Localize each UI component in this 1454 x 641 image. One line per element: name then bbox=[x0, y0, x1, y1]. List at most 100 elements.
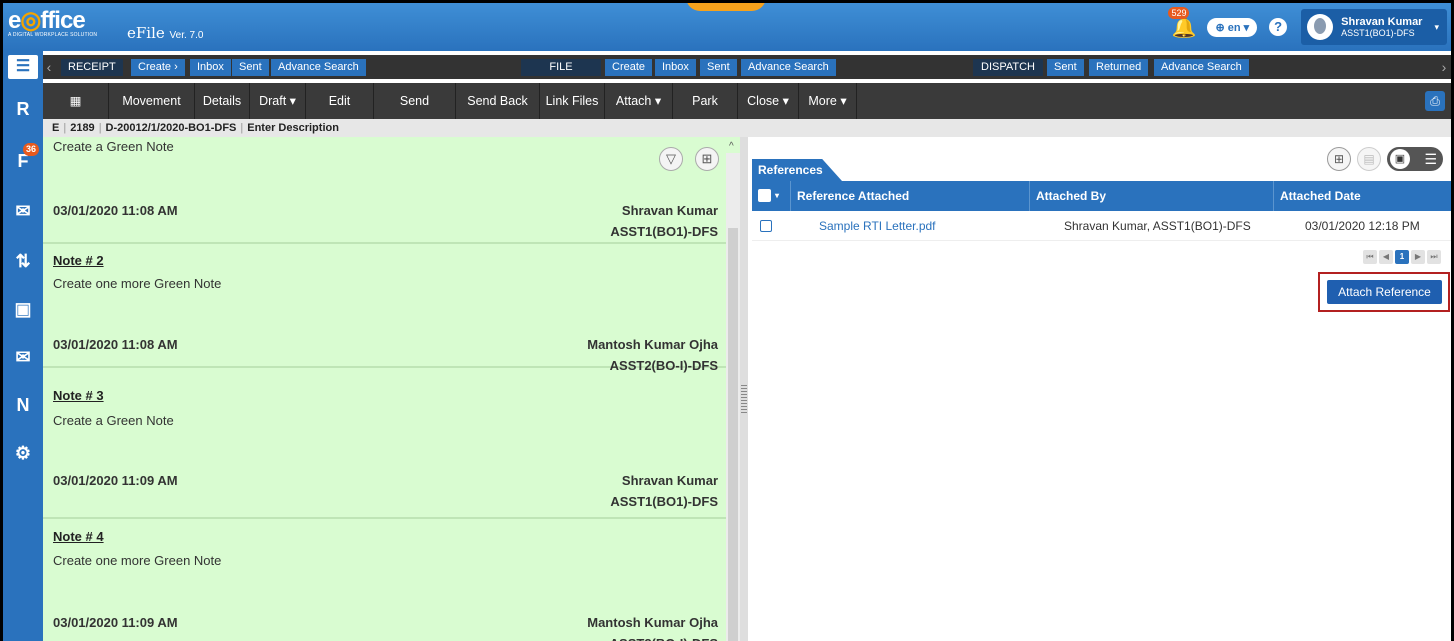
details-button[interactable]: Details bbox=[195, 83, 250, 119]
last-page-icon[interactable]: ⏭ bbox=[1427, 250, 1441, 264]
row-checkbox[interactable] bbox=[760, 220, 772, 232]
column-attached-by[interactable]: Attached By bbox=[1029, 181, 1273, 211]
current-page[interactable]: 1 bbox=[1395, 250, 1409, 264]
file-view-icon[interactable]: ▦ bbox=[43, 83, 109, 119]
send-back-button[interactable]: Send Back bbox=[456, 83, 540, 119]
reference-file-link[interactable]: Sample RTI Letter.pdf bbox=[819, 211, 936, 241]
logo-tagline: A DIGITAL WORKPLACE SOLUTION bbox=[8, 32, 98, 38]
reference-view-controls: ⊞ ▤ ▣ ☰ bbox=[1321, 147, 1443, 171]
notes-panel: Create a Green Note 03/01/2020 11:08 AM … bbox=[43, 137, 740, 641]
add-note-icon[interactable]: ⊞ bbox=[695, 147, 719, 171]
table-row: Sample RTI Letter.pdf Shravan Kumar, ASS… bbox=[752, 211, 1451, 241]
more-dropdown[interactable]: More ▾ bbox=[799, 83, 857, 119]
movement-icon[interactable]: ⇅ bbox=[9, 247, 37, 275]
left-icon-rail: ☰ R F 36 ✉ ⇅ ▣ ✉ N ⚙ bbox=[3, 51, 43, 641]
file-inbox-menu[interactable]: Inbox bbox=[655, 59, 696, 76]
user-settings-icon[interactable]: ⚙ bbox=[9, 439, 37, 467]
splitter-grip[interactable] bbox=[741, 385, 747, 415]
panel-splitter[interactable] bbox=[740, 137, 748, 641]
note-date: 03/01/2020 11:09 AM bbox=[53, 473, 178, 488]
file-toolbar: ▦ Movement Details Draft ▾ Edit Send Sen… bbox=[43, 83, 1451, 119]
eoffice-logo[interactable]: e◎ffice A DIGITAL WORKPLACE SOLUTION bbox=[8, 7, 98, 39]
select-all-checkbox[interactable] bbox=[758, 189, 771, 202]
notification-mail-icon[interactable]: N bbox=[9, 391, 37, 419]
header-pulldown-tab[interactable] bbox=[686, 3, 766, 11]
add-reference-icon[interactable]: ⊞ bbox=[1327, 147, 1351, 171]
user-name: Shravan Kumar bbox=[1341, 16, 1423, 28]
send-button[interactable]: Send bbox=[374, 83, 456, 119]
print-icon[interactable]: ⎙ bbox=[1425, 91, 1445, 111]
view-toggle[interactable]: ▣ ☰ bbox=[1387, 147, 1443, 171]
file-description[interactable]: Enter Description bbox=[247, 122, 339, 134]
column-attached-date[interactable]: Attached Date bbox=[1273, 181, 1451, 211]
user-info: Shravan Kumar ASST1(BO1)-DFS bbox=[1341, 16, 1422, 38]
chevron-down-icon: ▾ bbox=[1243, 21, 1250, 34]
logo-e: e bbox=[8, 7, 21, 34]
edit-button[interactable]: Edit bbox=[306, 83, 374, 119]
attach-dropdown[interactable]: Attach ▾ bbox=[605, 83, 673, 119]
dispatch-advance-search-menu[interactable]: Advance Search bbox=[1154, 59, 1249, 76]
notes-scrollbar[interactable]: ^ bbox=[726, 141, 740, 641]
attach-reference-highlight: Attach Reference bbox=[1318, 272, 1450, 312]
menubar-scroll-left-icon[interactable]: ‹ bbox=[43, 55, 55, 79]
references-table-header: ▾ Reference Attached Attached By Attache… bbox=[752, 181, 1451, 211]
attach-reference-button[interactable]: Attach Reference bbox=[1327, 280, 1442, 304]
list-icon: ☰ bbox=[1424, 150, 1437, 167]
file-create-menu[interactable]: Create bbox=[605, 59, 653, 76]
note-card: Note # 3 Create a Green Note 03/01/2020 … bbox=[43, 368, 726, 519]
crumb-separator: | bbox=[63, 122, 67, 134]
note-author-role: ASST1(BO1)-DFS bbox=[610, 494, 718, 509]
document-icon[interactable]: ▤ bbox=[1357, 147, 1381, 171]
help-icon[interactable]: ? bbox=[1269, 18, 1288, 36]
references-tab[interactable]: References bbox=[752, 159, 842, 181]
scroll-up-icon[interactable]: ^ bbox=[729, 141, 734, 152]
app-name: eFile Ver. 7.0 bbox=[127, 24, 203, 42]
note-card: Note # 2 Create one more Green Note 03/0… bbox=[43, 244, 726, 373]
select-all-caret-icon[interactable]: ▾ bbox=[775, 181, 779, 211]
draft-dropdown[interactable]: Draft ▾ bbox=[250, 83, 306, 119]
movement-button[interactable]: Movement bbox=[109, 83, 195, 119]
receipt-icon[interactable]: R bbox=[9, 95, 37, 123]
note-title[interactable]: Note # 3 bbox=[53, 388, 104, 403]
dispatch-menu-label[interactable]: DISPATCH bbox=[973, 59, 1043, 76]
doc-icon[interactable]: ▣ bbox=[9, 295, 37, 323]
file-advance-search-menu[interactable]: Advance Search bbox=[741, 59, 836, 76]
inbox-envelope-icon[interactable]: ✉ bbox=[9, 343, 37, 371]
close-dropdown[interactable]: Close ▾ bbox=[738, 83, 799, 119]
globe-icon: ⊕ bbox=[1215, 21, 1225, 34]
scrollbar-thumb[interactable] bbox=[728, 228, 738, 641]
hamburger-menu-icon[interactable]: ☰ bbox=[8, 55, 38, 79]
file-menu-label[interactable]: FILE bbox=[521, 59, 601, 76]
dispatch-sent-menu[interactable]: Sent bbox=[1047, 59, 1084, 76]
receipt-inbox-menu[interactable]: Inbox bbox=[190, 59, 231, 76]
receipt-create-menu[interactable]: Create › bbox=[131, 59, 185, 76]
park-button[interactable]: Park bbox=[673, 83, 738, 119]
note-title[interactable]: Note # 4 bbox=[53, 529, 104, 544]
prev-page-icon[interactable]: ◀ bbox=[1379, 250, 1393, 264]
dispatch-mail-icon[interactable]: ✉ bbox=[9, 197, 37, 225]
column-reference-attached[interactable]: Reference Attached bbox=[790, 181, 1029, 211]
first-page-icon[interactable]: ⏮ bbox=[1363, 250, 1377, 264]
note-date: 03/01/2020 11:08 AM bbox=[53, 203, 178, 218]
user-menu[interactable]: Shravan Kumar ASST1(BO1)-DFS ▾ bbox=[1301, 9, 1447, 45]
note-title[interactable]: Note # 2 bbox=[53, 253, 104, 268]
receipt-sent-menu[interactable]: Sent bbox=[232, 59, 269, 76]
language-selector[interactable]: ⊕ en ▾ bbox=[1207, 17, 1258, 37]
note-author: Shravan Kumar bbox=[621, 203, 718, 218]
link-files-button[interactable]: Link Files bbox=[540, 83, 605, 119]
filter-icon[interactable]: ▽ bbox=[659, 147, 683, 171]
receipt-menu-label[interactable]: RECEIPT bbox=[61, 59, 123, 76]
menubar-scroll-right-icon[interactable]: › bbox=[1437, 55, 1451, 79]
file-icon[interactable]: F 36 bbox=[9, 143, 39, 175]
dispatch-returned-menu[interactable]: Returned bbox=[1089, 59, 1149, 76]
next-page-icon[interactable]: ▶ bbox=[1411, 250, 1425, 264]
logo-o-icon: ◎ bbox=[20, 7, 41, 34]
receipt-advance-search-menu[interactable]: Advance Search bbox=[271, 59, 366, 76]
notification-bell-icon[interactable]: 🔔 529 bbox=[1168, 7, 1196, 39]
references-panel: References ⊞ ▤ ▣ ☰ ▾ Reference Attached A… bbox=[748, 137, 1451, 641]
note-author-block: Shravan Kumar ASST1(BO1)-DFS bbox=[610, 200, 718, 242]
note-author: Mantosh Kumar Ojha bbox=[587, 615, 718, 630]
file-sent-menu[interactable]: Sent bbox=[700, 59, 737, 76]
logo-text: ffice bbox=[40, 7, 85, 34]
note-text: Create a Green Note bbox=[53, 413, 174, 428]
